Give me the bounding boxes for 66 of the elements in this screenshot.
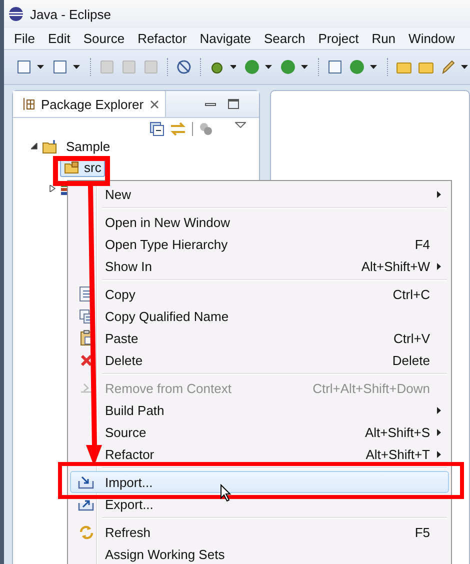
shortcut-text: Alt+Shift+S [364, 424, 430, 440]
dropdown-caret-icon[interactable] [301, 65, 308, 69]
menu-item[interactable]: Window [408, 31, 455, 46]
highlight-frame [53, 156, 110, 186]
delete-icon [80, 354, 92, 366]
dropdown-caret-icon[interactable] [36, 65, 44, 69]
menu-item[interactable]: Import... [70, 471, 449, 493]
minimize-icon[interactable] [205, 102, 216, 106]
menu-item[interactable]: Open Type Hierarchy F4 [70, 233, 449, 255]
eclipse-logo-icon [8, 6, 24, 22]
import-icon [78, 475, 94, 489]
dropdown-caret-icon[interactable] [72, 65, 80, 69]
menu-item[interactable]: Show In Alt+Shift+W [70, 255, 449, 277]
refresh-icon [78, 524, 94, 540]
menu-item[interactable]: Open in New Window [70, 211, 449, 233]
menu-item[interactable]: Project [318, 31, 359, 46]
expand-triangle-icon[interactable] [31, 143, 38, 150]
menu-item[interactable]: Edit [48, 31, 70, 46]
menu-item[interactable]: Source Alt+Shift+S [70, 421, 449, 443]
submenu-arrow-icon [437, 262, 441, 270]
mouse-pointer-icon [220, 484, 232, 502]
menu-item[interactable]: Source [83, 31, 125, 46]
menu-item[interactable]: Assign Working Sets [70, 543, 449, 564]
dropdown-caret-icon[interactable] [265, 65, 272, 69]
view-menu-icon[interactable] [235, 122, 246, 128]
source-folder-icon [64, 161, 80, 174]
menu-item[interactable]: Search [264, 31, 306, 46]
menu-item[interactable]: Run [372, 31, 396, 46]
submenu-arrow-icon [437, 428, 441, 436]
menu-item[interactable]: New [70, 183, 449, 205]
run-icon[interactable] [244, 59, 260, 75]
submenu-arrow-icon [437, 190, 441, 198]
expand-triangle-icon[interactable] [49, 185, 56, 192]
menu-item[interactable]: Refresh F5 [70, 521, 449, 543]
menu-item[interactable]: Navigate [200, 31, 252, 46]
project-folder-icon [42, 140, 58, 154]
shortcut-text: Alt+Shift+W [361, 258, 430, 274]
shortcut-text: F5 [414, 524, 430, 540]
view-title: Package Explorer [41, 96, 144, 112]
submenu-arrow-icon [437, 406, 441, 414]
submenu-arrow-icon [437, 450, 441, 458]
tree-item[interactable]: Sample [62, 137, 114, 156]
menu-item[interactable]: Refactor [138, 31, 187, 46]
shortcut-text: Ctrl+C [392, 286, 430, 302]
view-tab[interactable]: Package Explorer [13, 91, 166, 117]
shortcut-text: Delete [392, 352, 430, 368]
collapse-all-icon[interactable] [150, 122, 164, 136]
shortcut-text: F4 [414, 236, 430, 252]
shortcut-text: Alt+Shift+T [366, 446, 430, 462]
clipboard-icon [80, 330, 92, 346]
menu-item[interactable]: File [14, 31, 35, 46]
menu-item[interactable]: Refactor Alt+Shift+T [70, 443, 449, 465]
maximize-icon[interactable] [228, 99, 239, 109]
menu-item[interactable]: Delete Delete [70, 349, 449, 371]
dropdown-caret-icon[interactable] [370, 65, 378, 69]
menu-item[interactable]: Build Path [70, 399, 449, 421]
pencil-icon[interactable] [440, 59, 456, 75]
tree-item-label: src [84, 160, 102, 175]
dropdown-caret-icon[interactable] [460, 65, 468, 69]
remove-icon [79, 382, 93, 394]
window-title: Java - Eclipse [30, 6, 111, 22]
shortcut-text: Ctrl+Alt+Shift+Down [312, 380, 430, 396]
package-icon [23, 98, 35, 110]
close-icon[interactable] [150, 100, 159, 108]
shortcut-text: Ctrl+V [394, 330, 430, 346]
dropdown-caret-icon[interactable] [230, 65, 236, 69]
